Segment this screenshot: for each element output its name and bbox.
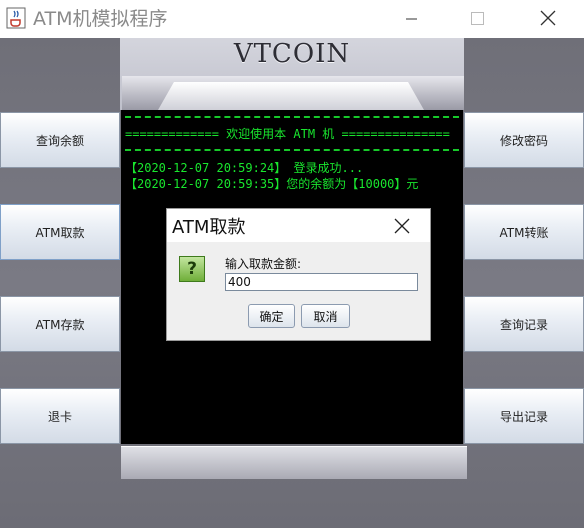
ok-button[interactable]: 确定 [248, 304, 295, 328]
amount-input[interactable] [225, 273, 418, 291]
brand-logo: VTCOIN [233, 39, 351, 69]
maximize-button[interactable] [455, 0, 501, 38]
amount-prompt: 输入取款金额: [225, 257, 302, 271]
withdraw-dialog: ATM取款 ? 输入取款金额: 确定 取消 [166, 208, 431, 341]
divider [125, 116, 459, 118]
maximize-icon [471, 12, 484, 25]
card-tray [121, 446, 467, 479]
window-title: ATM机模拟程序 [33, 8, 168, 30]
log-line: 【2020-12-07 20:59:24】 登录成功... [125, 161, 364, 175]
close-icon[interactable] [392, 216, 412, 236]
welcome-banner: ============= 欢迎使用本 ATM 机 ==============… [125, 127, 450, 141]
dialog-body: ? 输入取款金额: 确定 取消 [167, 242, 430, 340]
change-password-button[interactable]: 修改密码 [464, 112, 584, 168]
minimize-icon [406, 18, 417, 20]
check-balance-button[interactable]: 查询余额 [0, 112, 120, 168]
java-cup-icon [6, 7, 26, 29]
close-button[interactable] [524, 0, 570, 38]
export-records-button[interactable]: 导出记录 [464, 388, 584, 444]
screen-bezel-light [158, 82, 424, 110]
log-line: 【2020-12-07 20:59:35】您的余额为【10000】元 [125, 177, 419, 191]
minimize-button[interactable] [388, 0, 434, 38]
eject-card-button[interactable]: 退卡 [0, 388, 120, 444]
deposit-button[interactable]: ATM存款 [0, 296, 120, 352]
title-bar: ATM机模拟程序 [0, 0, 584, 38]
withdraw-button[interactable]: ATM取款 [0, 204, 120, 260]
divider [125, 149, 459, 151]
close-icon [540, 10, 556, 26]
question-icon: ? [179, 256, 205, 282]
dialog-title: ATM取款 [172, 217, 246, 238]
cancel-button[interactable]: 取消 [301, 304, 350, 328]
query-records-button[interactable]: 查询记录 [464, 296, 584, 352]
transfer-button[interactable]: ATM转账 [464, 204, 584, 260]
